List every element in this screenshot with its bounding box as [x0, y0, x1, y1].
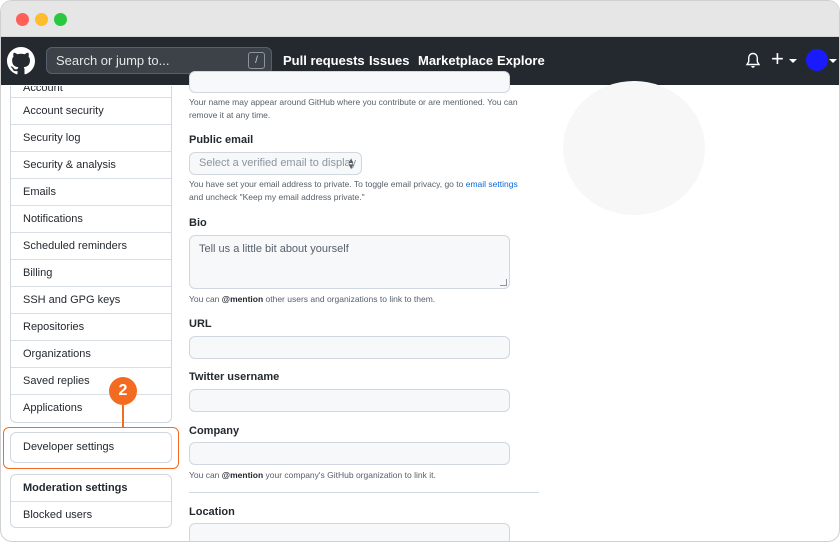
company-help-suffix: your company's GitHub organization to li…	[265, 470, 436, 480]
company-input[interactable]	[189, 442, 510, 465]
nav-marketplace[interactable]: Marketplace	[418, 53, 493, 68]
name-field[interactable]	[189, 71, 510, 93]
sidebar-moderation-group: Moderation settings Blocked users	[10, 474, 172, 528]
location-label: Location	[189, 506, 235, 518]
select-arrows-icon: ▲ ▼	[347, 156, 355, 171]
step-callout-badge: 2	[109, 377, 137, 405]
chevron-down-icon[interactable]	[789, 59, 797, 63]
slash-shortcut-key: /	[248, 52, 265, 69]
sidebar-item-security-analysis[interactable]: Security & analysis	[11, 152, 171, 179]
avatar[interactable]	[806, 49, 828, 71]
search-input[interactable]: Search or jump to... /	[46, 47, 272, 74]
company-help-mention: @mention	[221, 470, 264, 480]
email-settings-link[interactable]: email settings	[466, 179, 518, 189]
email-help-text: You have set your email address to priva…	[189, 178, 534, 204]
github-logo-icon[interactable]	[7, 47, 35, 75]
sidebar-item-billing[interactable]: Billing	[11, 260, 171, 287]
company-help-prefix: You can	[189, 470, 220, 480]
sidebar-item-account[interactable]: Account	[11, 86, 171, 98]
twitter-username-input[interactable]	[189, 389, 510, 412]
sidebar-item-ssh-gpg-keys[interactable]: SSH and GPG keys	[11, 287, 171, 314]
bio-label: Bio	[189, 217, 207, 229]
profile-picture-faded	[563, 81, 705, 215]
chevron-down-icon[interactable]	[829, 59, 837, 63]
bio-help-prefix: You can	[189, 294, 220, 304]
sidebar-item-organizations[interactable]: Organizations	[11, 341, 171, 368]
nav-explore[interactable]: Explore	[497, 53, 545, 68]
developer-settings-highlight	[3, 427, 179, 469]
sidebar-item-applications[interactable]: Applications	[11, 395, 171, 422]
window-titlebar	[1, 1, 839, 37]
resize-handle-icon[interactable]	[500, 279, 507, 286]
bio-help-text: You can @mention other users and organiz…	[189, 293, 534, 306]
url-input[interactable]	[189, 336, 510, 359]
company-label: Company	[189, 425, 240, 437]
sidebar-item-saved-replies[interactable]: Saved replies	[11, 368, 171, 395]
settings-sidebar: Account Account security Security log Se…	[10, 86, 172, 423]
sidebar-item-security-log[interactable]: Security log	[11, 125, 171, 152]
sidebar-item-moderation-settings[interactable]: Moderation settings	[11, 475, 171, 502]
create-new-icon[interactable]: +	[771, 48, 784, 70]
sidebar-account-group: Account Account security Security log Se…	[10, 86, 172, 423]
public-email-selected-value: Select a verified email to display	[199, 157, 357, 169]
public-email-select[interactable]: Select a verified email to display ▲ ▼	[189, 152, 362, 175]
nav-issues[interactable]: Issues	[369, 53, 409, 68]
public-email-label: Public email	[189, 134, 254, 146]
email-help-text-part2: and uncheck "Keep my email address priva…	[189, 192, 365, 202]
sidebar-item-repositories[interactable]: Repositories	[11, 314, 171, 341]
callout-connector	[122, 401, 124, 428]
bio-help-mention: @mention	[221, 294, 264, 304]
close-window-button[interactable]	[16, 13, 29, 26]
nav-pull-requests[interactable]: Pull requests	[283, 53, 365, 68]
minimize-window-button[interactable]	[35, 13, 48, 26]
sidebar-item-blocked-users[interactable]: Blocked users	[11, 502, 171, 527]
bio-help-suffix: other users and organizations to link to…	[265, 294, 436, 304]
company-help-text: You can @mention your company's GitHub o…	[189, 469, 534, 482]
sidebar-item-emails[interactable]: Emails	[11, 179, 171, 206]
location-input[interactable]	[189, 523, 510, 541]
bio-placeholder: Tell us a little bit about yourself	[199, 243, 349, 255]
maximize-window-button[interactable]	[54, 13, 67, 26]
twitter-username-label: Twitter username	[189, 371, 280, 383]
bell-icon[interactable]	[745, 52, 761, 70]
sidebar-item-scheduled-reminders[interactable]: Scheduled reminders	[11, 233, 171, 260]
browser-window: Search or jump to... / Pull requests Iss…	[0, 0, 840, 542]
search-placeholder: Search or jump to...	[56, 53, 170, 68]
email-help-text-part1: You have set your email address to priva…	[189, 179, 464, 189]
section-divider	[189, 492, 539, 493]
url-label: URL	[189, 318, 212, 330]
sidebar-item-account-security[interactable]: Account security	[11, 98, 171, 125]
sidebar-item-notifications[interactable]: Notifications	[11, 206, 171, 233]
bio-textarea[interactable]: Tell us a little bit about yourself	[189, 235, 510, 289]
name-help-text: Your name may appear around GitHub where…	[189, 97, 518, 120]
